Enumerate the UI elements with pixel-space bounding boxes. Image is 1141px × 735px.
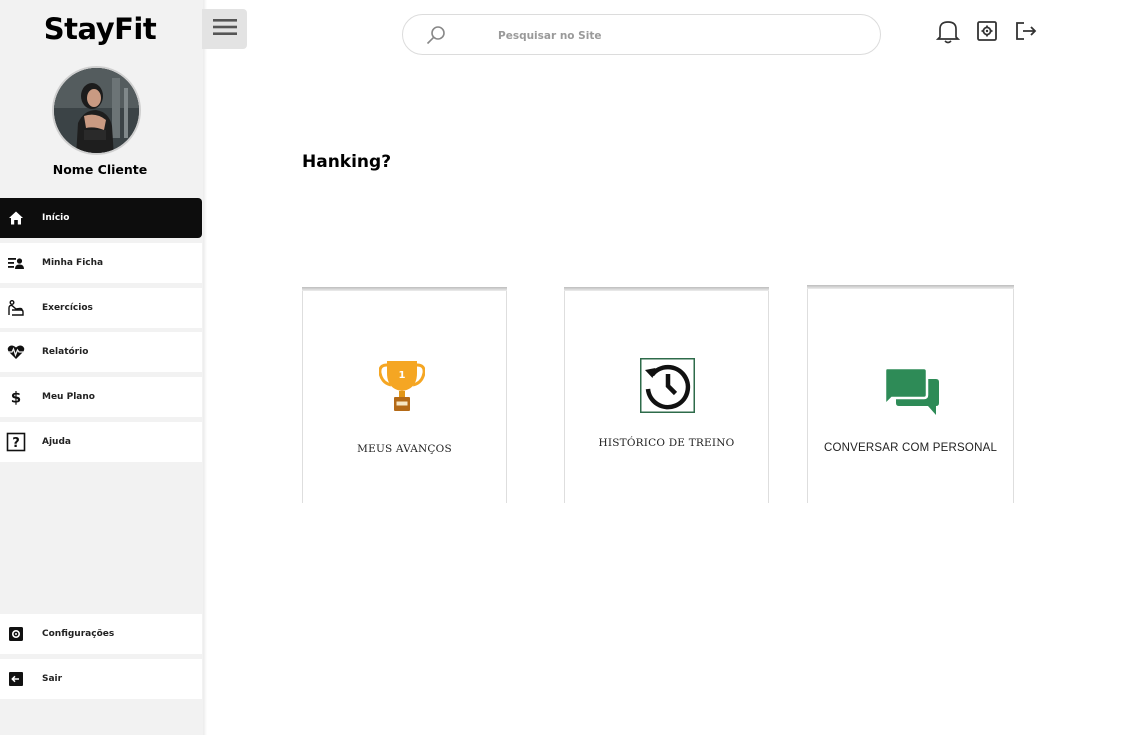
avatar[interactable]	[52, 66, 141, 155]
page-title: Hanking?	[302, 152, 392, 172]
card-conversar-com-personal[interactable]: CONVERSAR COM PERSONAL	[807, 285, 1014, 503]
gear-icon	[6, 624, 26, 644]
dollar-icon: $	[6, 387, 26, 407]
sidebar-item-configuracoes[interactable]: Configurações	[0, 614, 202, 654]
logout-icon	[1013, 19, 1039, 47]
sidebar-item-label: Sair	[42, 674, 63, 684]
sidebar-item-relatorio[interactable]: Relatório	[0, 332, 202, 372]
card-label: HISTÓRICO DE TREINO	[598, 437, 735, 449]
help-icon: ?	[6, 432, 26, 452]
trophy-icon: 1	[378, 359, 426, 417]
card-meus-avancos[interactable]: 1 MEUS AVANÇOS	[302, 287, 507, 503]
sidebar-item-label: Configurações	[42, 629, 115, 639]
svg-text:1: 1	[399, 370, 406, 381]
logout-button[interactable]	[1013, 20, 1039, 46]
sidebar-item-ajuda[interactable]: ? Ajuda	[0, 422, 202, 462]
history-icon	[640, 358, 695, 417]
sidebar-item-meu-plano[interactable]: $ Meu Plano	[0, 377, 202, 417]
search-icon	[425, 25, 447, 51]
bell-icon	[935, 18, 961, 48]
card-historico-de-treino[interactable]: HISTÓRICO DE TREINO	[564, 287, 769, 503]
search-bar[interactable]	[402, 14, 881, 55]
sidebar-item-sair[interactable]: Sair	[0, 659, 202, 699]
sidebar-item-label: Início	[42, 213, 70, 223]
home-icon	[6, 208, 26, 228]
sidebar-shadow	[203, 0, 207, 735]
sidebar-item-inicio[interactable]: Início	[0, 198, 202, 238]
settings-button[interactable]	[974, 20, 1000, 46]
sidebar-item-minha-ficha[interactable]: Minha Ficha	[0, 243, 202, 283]
sidebar-item-label: Meu Plano	[42, 392, 95, 402]
settings-icon	[975, 19, 999, 47]
card-label: MEUS AVANÇOS	[357, 443, 452, 455]
sidebar-item-label: Relatório	[42, 347, 89, 357]
card-label: CONVERSAR COM PERSONAL	[823, 442, 998, 454]
exit-icon	[6, 669, 26, 689]
sidebar-item-label: Exercícios	[42, 303, 93, 313]
heart-pulse-icon	[6, 342, 26, 362]
search-input[interactable]	[498, 26, 858, 46]
svg-text:?: ?	[12, 436, 20, 451]
user-list-icon	[6, 253, 26, 273]
chat-icon	[883, 365, 940, 421]
hamburger-menu-button[interactable]	[202, 9, 247, 49]
brand-logo[interactable]: StayFit	[0, 12, 200, 46]
hamburger-icon	[212, 17, 237, 41]
svg-text:$: $	[11, 389, 21, 405]
sidebar-item-label: Minha Ficha	[42, 258, 104, 268]
user-name: Nome Cliente	[52, 162, 148, 177]
exercise-icon	[6, 298, 26, 318]
sidebar-item-exercicios[interactable]: Exercícios	[0, 288, 202, 328]
sidebar-item-label: Ajuda	[42, 437, 71, 447]
notifications-button[interactable]	[935, 20, 961, 46]
